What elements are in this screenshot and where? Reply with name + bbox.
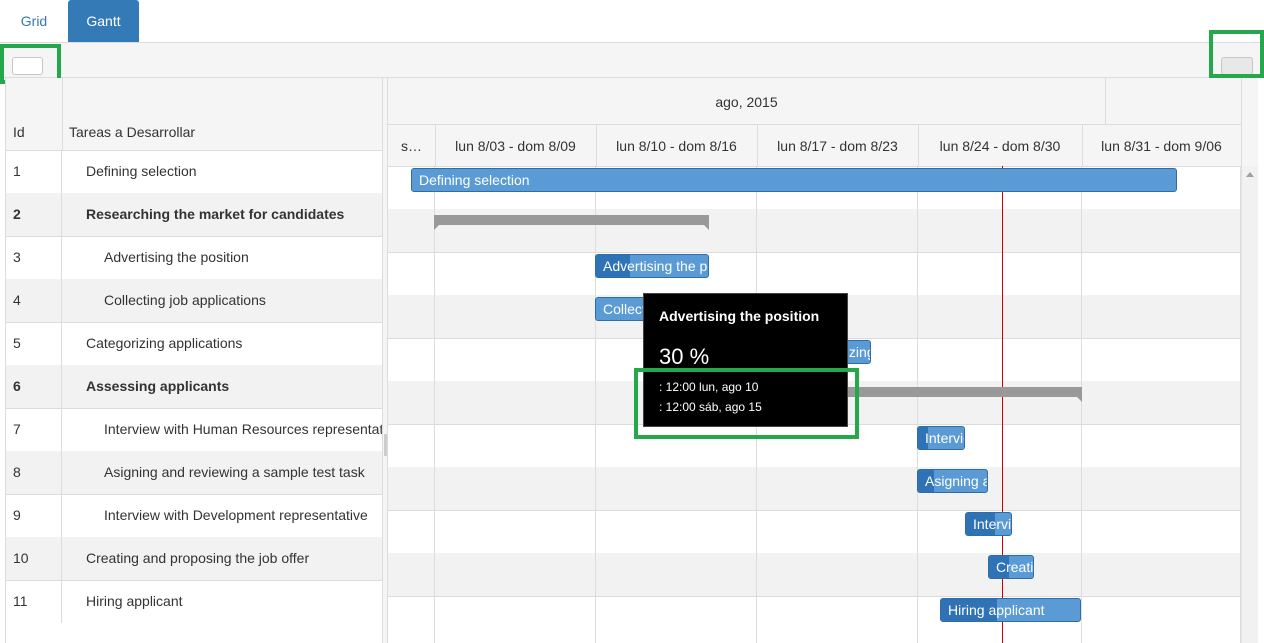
grid-row[interactable]: 4 Collecting job applications bbox=[6, 279, 382, 323]
grid-row[interactable]: 1 Defining selection bbox=[6, 150, 382, 194]
splitter-grip-icon[interactable] bbox=[384, 434, 387, 456]
grid-row[interactable]: 10 Creating and proposing the job offer bbox=[6, 537, 382, 581]
task-bar[interactable]: Hiring applicant bbox=[940, 598, 1081, 622]
timeline-row bbox=[388, 553, 1241, 597]
timeline-week: lun 8/24 - dom 8/30 bbox=[918, 124, 1083, 166]
timeline-row bbox=[388, 510, 1241, 554]
tooltip-title: Advertising the position bbox=[659, 308, 820, 324]
task-bar-label: Defining selection bbox=[419, 172, 530, 188]
grid-header-id[interactable]: Id bbox=[13, 124, 25, 140]
row-task-name: Creating and proposing the job offer bbox=[86, 550, 310, 566]
grid-row[interactable]: 3 Advertising the position bbox=[6, 236, 382, 280]
timeline-row bbox=[388, 252, 1241, 296]
task-tooltip: Advertising the position 30 % : 12:00 lu… bbox=[643, 293, 848, 427]
row-task-name: Advertising the position bbox=[104, 249, 249, 265]
row-task-name: Categorizing applications bbox=[86, 335, 243, 351]
grid-header: Id Tareas a Desarrollar bbox=[6, 78, 382, 151]
task-grid: Id Tareas a Desarrollar 1 Defining selec… bbox=[5, 78, 382, 643]
row-id: 9 bbox=[6, 494, 62, 537]
week-gridline bbox=[595, 166, 596, 643]
row-id: 1 bbox=[6, 150, 62, 193]
tab-grid[interactable]: Grid bbox=[0, 0, 68, 42]
grid-row[interactable]: 6 Assessing applicants bbox=[6, 365, 382, 409]
timeline-row bbox=[388, 596, 1241, 639]
row-task-name: Hiring applicant bbox=[86, 593, 183, 609]
week-gridline bbox=[434, 166, 435, 643]
row-task-name: Assessing applicants bbox=[86, 378, 230, 394]
task-bar[interactable]: Asigning and reviewing a sample test tas… bbox=[917, 469, 988, 493]
task-bar-label: Interview with Human Resources represent… bbox=[925, 430, 964, 446]
grid-row[interactable]: 8 Asigning and reviewing a sample test t… bbox=[6, 451, 382, 495]
row-id: 3 bbox=[6, 236, 62, 279]
row-id: 2 bbox=[6, 193, 62, 236]
task-bar-label: Interview with Development representativ… bbox=[973, 516, 1012, 532]
timeline-week: lun 8/31 - dom 9/06 bbox=[1101, 138, 1222, 154]
scrollbar-header-spacer bbox=[1241, 78, 1258, 166]
row-id: 8 bbox=[6, 451, 62, 494]
scroll-up-arrow-icon[interactable] bbox=[1246, 172, 1254, 177]
grid-row[interactable]: 2 Researching the market for candidates bbox=[6, 193, 382, 237]
grid-row[interactable]: 5 Categorizing applications bbox=[6, 322, 382, 366]
row-task-name: Researching the market for candidates bbox=[86, 206, 345, 222]
tab-gantt[interactable]: Gantt bbox=[68, 0, 139, 42]
grid-row[interactable]: 9 Interview with Development representat… bbox=[6, 494, 382, 538]
timeline-month: ago, 2015 bbox=[388, 78, 1106, 125]
week-gridline bbox=[1081, 166, 1082, 643]
timeline-week: lun 8/10 - dom 8/16 bbox=[596, 124, 758, 166]
row-id: 11 bbox=[6, 580, 62, 623]
row-id: 10 bbox=[6, 537, 62, 580]
timeline-week: lun 8/03 - dom 8/09 bbox=[435, 124, 597, 166]
timeline-row bbox=[388, 424, 1241, 468]
tooltip-percent: 30 % bbox=[659, 344, 710, 369]
grid-header-id-cell: Id bbox=[6, 78, 63, 150]
row-task-name: Asigning and reviewing a sample test tas… bbox=[104, 464, 365, 480]
grid-row[interactable]: 11 Hiring applicant bbox=[6, 580, 382, 623]
timeline-row bbox=[388, 467, 1241, 511]
grid-header-name[interactable]: Tareas a Desarrollar bbox=[69, 124, 195, 140]
toolbar-left-button[interactable] bbox=[12, 57, 43, 75]
row-id: 5 bbox=[6, 322, 62, 365]
task-bar-label: Creating and proposing the job offer bbox=[996, 559, 1034, 575]
timeline-month-next bbox=[1105, 78, 1241, 125]
timeline-header: ago, 2015 s… lun 8/03 - dom 8/09 lun 8/1… bbox=[388, 78, 1241, 167]
tooltip-end: : 12:00 sáb, ago 15 bbox=[659, 400, 762, 414]
task-bar[interactable]: Interview with Human Resources represent… bbox=[917, 426, 965, 450]
summary-bar[interactable] bbox=[434, 215, 709, 230]
grid-row[interactable]: 7 Interview with Human Resources represe… bbox=[6, 408, 382, 452]
timeline-week: s… bbox=[388, 124, 436, 166]
task-bar[interactable]: Creating and proposing the job offer bbox=[988, 555, 1034, 579]
timeline-week: lun 8/17 - dom 8/23 bbox=[757, 124, 919, 166]
task-bar[interactable]: Defining selection bbox=[411, 168, 1177, 192]
task-bar-label: Advertising the position bbox=[603, 258, 708, 274]
timeline-vertical-scrollbar[interactable] bbox=[1241, 166, 1258, 643]
row-id: 7 bbox=[6, 408, 62, 451]
tooltip-start: : 12:00 lun, ago 10 bbox=[659, 380, 759, 394]
row-task-name: Interview with Human Resources represent… bbox=[104, 421, 382, 437]
row-task-name: Interview with Development representativ… bbox=[104, 507, 368, 523]
row-task-name: Collecting job applications bbox=[104, 292, 266, 308]
task-bar[interactable]: Interview with Development representativ… bbox=[965, 512, 1012, 536]
toolbar-right-button[interactable] bbox=[1221, 57, 1253, 75]
row-task-name: Defining selection bbox=[86, 163, 197, 179]
week-gridline bbox=[917, 166, 918, 643]
row-id: 6 bbox=[6, 365, 62, 408]
row-id: 4 bbox=[6, 279, 62, 322]
task-bar-label: Hiring applicant bbox=[948, 602, 1045, 618]
gantt-toolbar bbox=[0, 43, 1264, 78]
task-bar-label: Asigning and reviewing a sample test tas… bbox=[925, 473, 987, 489]
task-bar[interactable]: Advertising the position bbox=[595, 254, 709, 278]
view-tabbar: Grid Gantt bbox=[0, 0, 1264, 43]
